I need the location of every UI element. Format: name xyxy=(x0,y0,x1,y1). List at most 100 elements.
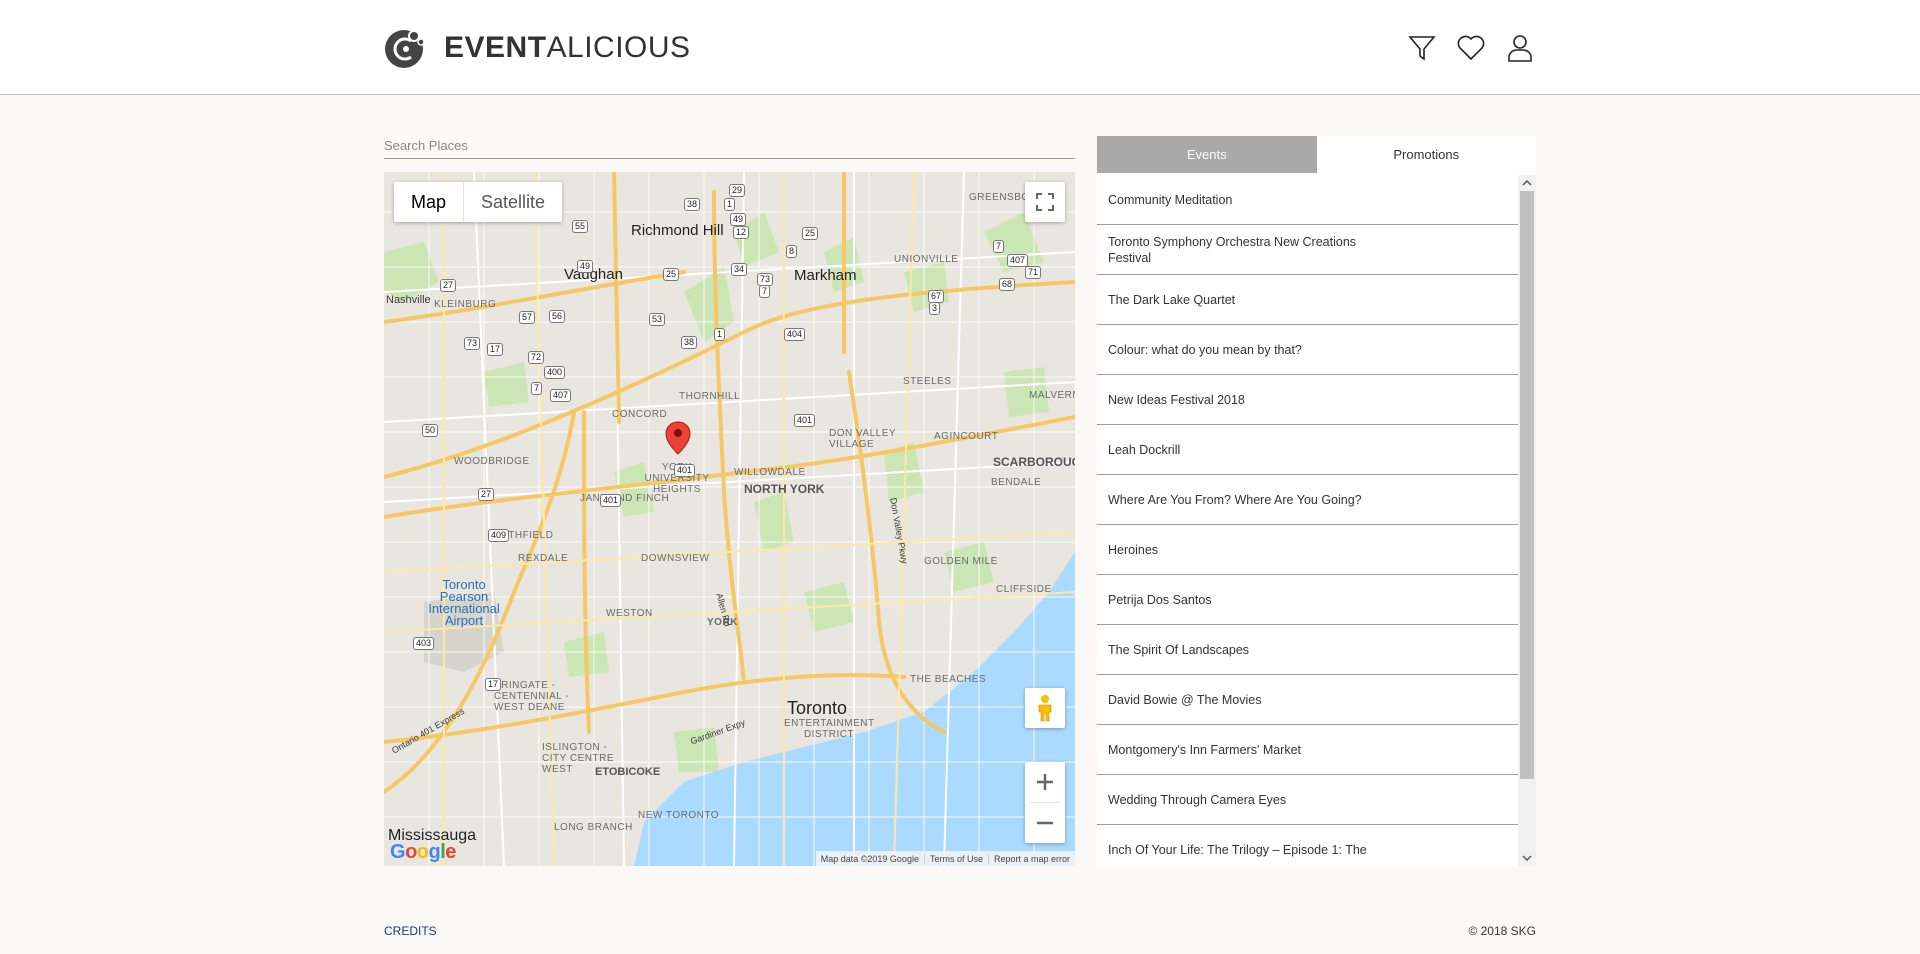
report-map-error-link[interactable]: Report a map error xyxy=(987,853,1075,864)
shield-407: 407 xyxy=(1007,254,1029,267)
panel-tabs: Events Promotions xyxy=(1097,136,1536,173)
shield-72: 72 xyxy=(528,351,545,364)
brand[interactable]: EVENTALICIOUS xyxy=(384,26,691,70)
map-label-concord: CONCORD xyxy=(612,409,668,420)
event-item[interactable]: New Ideas Festival 2018 xyxy=(1097,375,1518,425)
shield-71: 71 xyxy=(1025,266,1042,279)
map-view[interactable]: Richmond Hill Vaughan Markham Nashville … xyxy=(384,172,1075,866)
shield-49: 49 xyxy=(730,213,747,226)
map-label-scarborough: SCARBOROUG xyxy=(993,455,1075,469)
fullscreen-button[interactable] xyxy=(1025,182,1065,222)
credits-link[interactable]: CREDITS xyxy=(384,924,437,938)
shield-403: 403 xyxy=(413,637,435,650)
map-label-agincourt: AGINCOURT xyxy=(934,431,999,442)
event-item[interactable]: Where Are You From? Where Are You Going? xyxy=(1097,475,1518,525)
user-icon xyxy=(1508,35,1532,62)
shield-7c: 7 xyxy=(531,382,543,395)
map-label-new-toronto: NEW TORONTO xyxy=(638,810,720,821)
map-label-unionville: UNIONVILLE xyxy=(894,254,959,265)
map-label-don-valley-village: DON VALLEY VILLAGE xyxy=(829,428,896,450)
map-attribution: Map data ©2019 Google Terms of Use Repor… xyxy=(815,851,1075,866)
map-label-richmond-hill: Richmond Hill xyxy=(631,222,724,239)
map-tiles xyxy=(384,172,1075,866)
map-type-satellite-button[interactable]: Satellite xyxy=(464,182,562,222)
shield-25: 25 xyxy=(802,227,819,240)
map-type-map-button[interactable]: Map xyxy=(394,182,465,222)
event-item[interactable]: Community Meditation xyxy=(1097,175,1518,225)
map-label-jane-and-finch: JANE AND FINCH xyxy=(580,493,670,504)
event-item[interactable]: Petrija Dos Santos xyxy=(1097,575,1518,625)
map-data-credit: Map data ©2019 Google xyxy=(820,853,919,864)
tab-events[interactable]: Events xyxy=(1097,136,1317,173)
event-item[interactable]: Colour: what do you mean by that? xyxy=(1097,325,1518,375)
filter-button[interactable] xyxy=(1405,31,1439,65)
zoom-out-button[interactable] xyxy=(1025,803,1065,843)
map-label-the-beaches: THE BEACHES xyxy=(910,674,987,685)
event-item[interactable]: Leah Dockrill xyxy=(1097,425,1518,475)
shield-7: 7 xyxy=(759,285,771,298)
map-type-control: Map Satellite xyxy=(394,182,563,222)
shield-49b: 49 xyxy=(577,260,594,273)
event-item[interactable]: The Dark Lake Quartet xyxy=(1097,275,1518,325)
favorites-button[interactable] xyxy=(1454,31,1488,65)
google-logo-g: G xyxy=(390,841,406,863)
shield-25b: 25 xyxy=(663,268,680,281)
tab-promotions[interactable]: Promotions xyxy=(1316,136,1536,173)
scroll-up-button[interactable] xyxy=(1518,175,1536,191)
shield-68: 68 xyxy=(999,278,1016,291)
scroll-down-button[interactable] xyxy=(1518,850,1536,866)
event-item[interactable]: Montgomery's Inn Farmers' Market xyxy=(1097,725,1518,775)
shield-17: 17 xyxy=(487,343,504,356)
terms-of-use-link[interactable]: Terms of Use xyxy=(923,853,988,864)
shield-56: 56 xyxy=(549,310,566,323)
shield-55: 55 xyxy=(572,220,589,233)
map-label-golden-mile: GOLDEN MILE xyxy=(924,556,998,567)
map-label-vaughan: Vaughan xyxy=(564,266,623,283)
filter-icon xyxy=(1408,36,1436,61)
shield-38: 38 xyxy=(684,198,701,211)
map-label-thornhill: THORNHILL xyxy=(679,391,741,402)
search-places-input[interactable] xyxy=(384,134,1075,159)
map-label-markham: Markham xyxy=(794,267,857,284)
heart-icon xyxy=(1457,35,1485,61)
zoom-in-button[interactable] xyxy=(1025,762,1065,802)
shield-1b: 1 xyxy=(714,328,726,341)
street-view-button[interactable] xyxy=(1025,688,1065,728)
shield-409: 409 xyxy=(488,529,510,542)
event-item[interactable]: Heroines xyxy=(1097,525,1518,575)
map-label-pearson-airport: Toronto Pearson International Airport xyxy=(428,577,500,628)
shield-34: 34 xyxy=(731,263,748,276)
account-button[interactable] xyxy=(1503,31,1537,65)
shield-12: 12 xyxy=(733,226,750,239)
shield-401: 401 xyxy=(794,414,816,427)
shield-27: 27 xyxy=(440,279,457,292)
shield-400: 400 xyxy=(544,366,566,379)
shield-404: 404 xyxy=(784,328,806,341)
map-label-etobicoke: ETOBICOKE xyxy=(595,766,661,778)
event-item[interactable]: Wedding Through Camera Eyes xyxy=(1097,775,1518,825)
event-item[interactable]: Toronto Symphony Orchestra New Creations… xyxy=(1097,225,1518,275)
map-label-entertainment-district: ENTERTAINMENT DISTRICT xyxy=(784,718,875,740)
event-item[interactable]: David Bowie @ The Movies xyxy=(1097,675,1518,725)
shield-7b: 7 xyxy=(993,240,1005,253)
search-places xyxy=(384,134,1075,159)
shield-53: 53 xyxy=(649,313,666,326)
events-list: Community Meditation Toronto Symphony Or… xyxy=(1097,175,1518,866)
map-label-north-york: NORTH YORK xyxy=(744,482,825,496)
event-item[interactable]: Inch Of Your Life: The Trilogy – Episode… xyxy=(1097,825,1518,866)
map-label-kleinburg: KLEINBURG xyxy=(434,299,497,310)
map-label-willowdale: WILLOWDALE xyxy=(734,467,806,478)
scroll-thumb[interactable] xyxy=(1520,191,1534,779)
events-scrollbar[interactable] xyxy=(1518,175,1536,866)
copyright-text: © 2018 SKG xyxy=(1468,924,1536,938)
map-label-weston: WESTON xyxy=(606,608,653,619)
google-logo: Google xyxy=(390,841,456,863)
shield-38b: 38 xyxy=(681,336,698,349)
event-item[interactable]: The Spirit Of Landscapes xyxy=(1097,625,1518,675)
shield-401c: 401 xyxy=(600,494,622,507)
map-label-downsview: DOWNSVIEW xyxy=(641,553,710,564)
header-actions xyxy=(1405,31,1537,65)
shield-8: 8 xyxy=(786,245,798,258)
map-label-eringate: ERINGATE - CENTENNIAL - WEST DEANE xyxy=(494,680,570,713)
shield-3: 3 xyxy=(929,302,941,315)
